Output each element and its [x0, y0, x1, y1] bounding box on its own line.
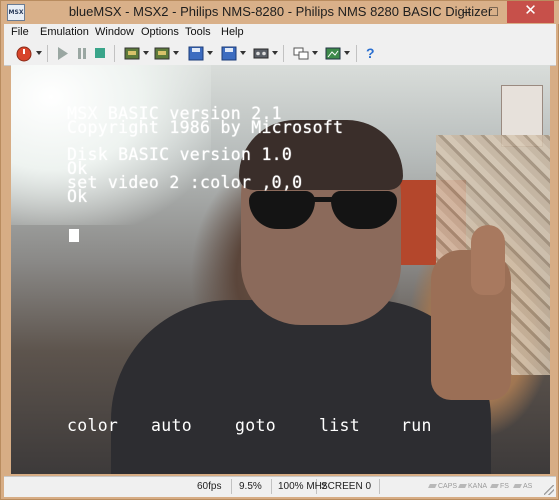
window-size-icon[interactable] [293, 45, 309, 62]
disk-drive-a-icon[interactable] [188, 45, 204, 62]
fkey-label[interactable]: run [401, 416, 432, 435]
fps-readout: 60fps [194, 479, 232, 494]
disk-a-dropdown-icon[interactable] [207, 51, 213, 55]
function-key-bar: color auto goto list run [67, 416, 547, 435]
toolbar-separator [114, 45, 115, 62]
window-size-dropdown-icon[interactable] [312, 51, 318, 55]
menu-window[interactable]: Window [95, 26, 134, 38]
cartridge-slot-1-icon[interactable] [124, 45, 140, 62]
power-icon[interactable] [16, 45, 32, 62]
cartridge-1-dropdown-icon[interactable] [143, 51, 149, 55]
fkey-label[interactable]: goto [235, 416, 276, 435]
video-capture-dropdown-icon[interactable] [344, 51, 350, 55]
emulator-screen[interactable]: MSX BASIC version 2.1 Copyright 1986 by … [11, 65, 550, 474]
kana-led: KANA [458, 481, 487, 493]
menu-file[interactable]: File [11, 26, 29, 38]
basic-line: set video 2 :color ,0,0 [67, 173, 303, 192]
fkey-label[interactable]: list [319, 416, 360, 435]
as-led: AS [513, 481, 532, 493]
cartridge-2-dropdown-icon[interactable] [173, 51, 179, 55]
fs-led: FS [490, 481, 509, 493]
disk-drive-b-icon[interactable] [221, 45, 237, 62]
text-cursor [69, 229, 79, 242]
toolbar: ? [4, 42, 556, 66]
menu-bar: File Emulation Window Options Tools Help [4, 24, 556, 42]
basic-line: Copyright 1986 by Microsoft [67, 118, 344, 137]
cassette-dropdown-icon[interactable] [272, 51, 278, 55]
webcam-thumb [471, 225, 505, 295]
minimize-button[interactable]: – [453, 1, 480, 23]
close-button[interactable]: ✕ [507, 1, 554, 23]
fkey-label[interactable]: auto [151, 416, 192, 435]
screen-mode-readout: SCREEN 0 [318, 479, 380, 494]
cpu-usage-readout: 9.5% [236, 479, 272, 494]
basic-line: Disk BASIC version 1.0 [67, 145, 293, 164]
maximize-button[interactable]: □ [480, 1, 507, 23]
menu-options[interactable]: Options [141, 26, 179, 38]
webcam-sunglasses [249, 189, 399, 233]
app-window: MSX blueMSX - MSX2 - Philips NMS-8280 - … [0, 0, 559, 500]
title-bar[interactable]: MSX blueMSX - MSX2 - Philips NMS-8280 - … [1, 1, 559, 24]
cassette-icon[interactable] [253, 45, 269, 62]
fkey-label[interactable]: color [67, 416, 118, 435]
menu-help[interactable]: Help [221, 26, 244, 38]
resize-grip-icon[interactable] [544, 485, 554, 495]
pause-icon[interactable] [75, 45, 89, 62]
emulation-speed-readout: 100% MHz [275, 479, 327, 494]
play-icon[interactable] [56, 45, 70, 62]
basic-line: Ok [67, 187, 88, 206]
video-capture-icon[interactable] [325, 45, 341, 62]
stop-icon[interactable] [93, 45, 107, 62]
toolbar-separator [356, 45, 357, 62]
cartridge-slot-2-icon[interactable] [154, 45, 170, 62]
help-icon[interactable]: ? [366, 45, 375, 62]
status-bar: 60fps 9.5% 100% MHz SCREEN 0 CAPS KANA F… [4, 476, 556, 497]
toolbar-separator [283, 45, 284, 62]
menu-emulation[interactable]: Emulation [40, 26, 89, 38]
caps-led: CAPS [428, 481, 457, 493]
toolbar-separator [47, 45, 48, 62]
disk-b-dropdown-icon[interactable] [240, 51, 246, 55]
menu-tools[interactable]: Tools [185, 26, 211, 38]
power-dropdown-icon[interactable] [36, 51, 42, 55]
